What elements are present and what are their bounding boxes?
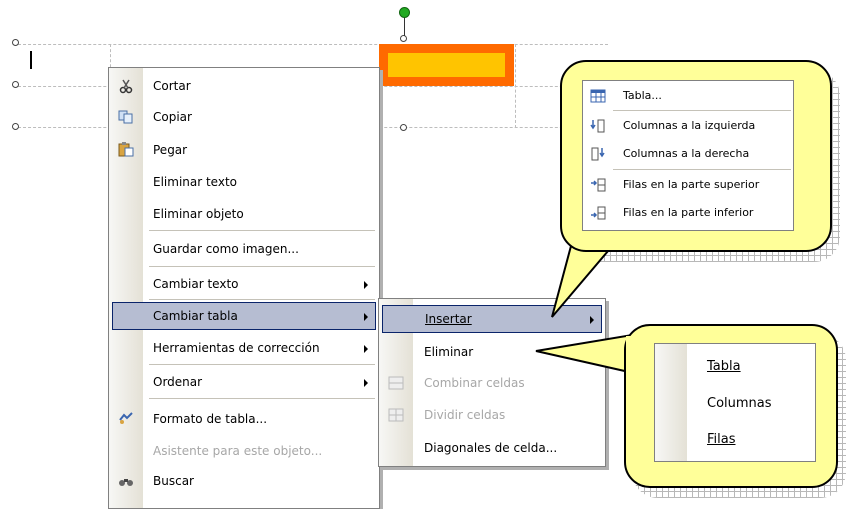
insert-rows-above-item[interactable]: Filas en la parte superior xyxy=(583,173,793,197)
insert-columns-right-item[interactable]: Columnas a la derecha xyxy=(583,142,793,166)
menu-item-label: Filas en la parte inferior xyxy=(623,206,754,219)
menu-item-label: Cortar xyxy=(153,79,191,93)
menu-separator xyxy=(149,266,375,267)
menu-item-label: Combinar celdas xyxy=(424,376,525,390)
menu-item-label: Eliminar texto xyxy=(153,175,238,189)
menu-item-copy[interactable]: Copiar xyxy=(112,104,376,130)
menu-item-label: Tabla... xyxy=(623,89,662,102)
menu-separator xyxy=(149,364,375,365)
menu-item-change-table[interactable]: Cambiar tabla xyxy=(112,302,376,330)
selected-cell[interactable] xyxy=(379,44,514,86)
format-table-icon xyxy=(119,412,133,424)
menu-item-correction-tools[interactable]: Herramientas de corrección xyxy=(112,335,376,361)
insert-table-item[interactable]: Tabla... xyxy=(583,84,793,108)
menu-item-label: Eliminar objeto xyxy=(153,207,244,221)
merge-cells-icon xyxy=(388,376,404,390)
selection-handle[interactable] xyxy=(400,124,407,131)
menu-item-order[interactable]: Ordenar xyxy=(112,369,376,395)
menu-item-label: Diagonales de celda... xyxy=(424,441,558,455)
menu-item-label: Cambiar tabla xyxy=(153,309,238,323)
delete-columns-item[interactable]: Columnas xyxy=(655,390,815,418)
menu-item-label: Tabla xyxy=(707,359,741,374)
menu-item-delete-text[interactable]: Eliminar texto xyxy=(112,169,376,195)
submenu-arrow-icon xyxy=(364,313,368,321)
menu-item-table-format[interactable]: Formato de tabla... xyxy=(112,406,376,432)
scissors-icon xyxy=(119,79,133,94)
paste-icon xyxy=(118,142,134,157)
menu-item-label: Insertar xyxy=(425,312,472,326)
submenu-arrow-icon xyxy=(364,379,368,387)
menu-item-search[interactable]: Buscar xyxy=(112,468,376,494)
insert-row-above-icon xyxy=(591,178,606,192)
table-gridline xyxy=(18,44,608,45)
menu-item-label: Herramientas de corrección xyxy=(153,341,320,355)
menu-item-label: Guardar como imagen... xyxy=(153,242,299,256)
insert-column-left-icon xyxy=(590,119,605,133)
menu-item-label: Asistente para este objeto... xyxy=(153,444,323,458)
menu-separator xyxy=(149,299,375,300)
menu-item-label: Buscar xyxy=(153,474,194,488)
menu-item-label: Pegar xyxy=(153,143,188,157)
menu-item-save-as-image[interactable]: Guardar como imagen... xyxy=(112,236,376,262)
callout-insert-pointer-cover xyxy=(576,228,626,246)
selection-handle[interactable] xyxy=(12,123,19,130)
menu-item-label: Ordenar xyxy=(153,375,203,389)
insert-rows-below-item[interactable]: Filas en la parte inferior xyxy=(583,201,793,225)
menu-item-label: Eliminar xyxy=(424,345,474,359)
menu-item-label: Columnas a la izquierda xyxy=(623,119,756,132)
menu-item-label: Formato de tabla... xyxy=(153,412,268,426)
menu-item-label: Filas en la parte superior xyxy=(623,178,760,191)
menu-separator xyxy=(613,169,791,170)
selection-handle[interactable] xyxy=(400,35,407,42)
submenu-item-cell-diagonals[interactable]: Diagonales de celda... xyxy=(382,435,602,461)
selection-handle[interactable] xyxy=(12,39,19,46)
menu-item-change-text[interactable]: Cambiar texto xyxy=(112,271,376,297)
copy-icon xyxy=(118,110,133,124)
menu-item-delete-object[interactable]: Eliminar objeto xyxy=(112,201,376,227)
callout-insert-menu: Tabla... Columnas a la izquierda Columna… xyxy=(582,80,794,231)
text-cursor xyxy=(30,51,32,69)
callout-delete-pointer-cover xyxy=(626,336,644,374)
binoculars-icon xyxy=(119,479,133,486)
delete-table-item[interactable]: Tabla xyxy=(655,353,815,381)
selected-cell-fill xyxy=(388,53,505,77)
menu-item-object-wizard[interactable]: Asistente para este objeto... xyxy=(112,438,376,464)
submenu-item-split-cells[interactable]: Dividir celdas xyxy=(382,402,602,428)
menu-item-label: Cambiar texto xyxy=(153,277,239,291)
context-menu: Cortar Copiar Pegar Eliminar texto Elimi… xyxy=(108,67,380,509)
insert-row-below-icon xyxy=(591,206,606,220)
menu-item-label: Dividir celdas xyxy=(424,408,506,422)
delete-rows-item[interactable]: Filas xyxy=(655,426,815,454)
selection-handle[interactable] xyxy=(12,81,19,88)
menu-item-label: Columnas a la derecha xyxy=(623,147,750,160)
submenu-arrow-icon xyxy=(364,345,368,353)
table-icon xyxy=(590,89,606,103)
rotate-handle[interactable] xyxy=(399,7,410,18)
menu-separator xyxy=(149,230,375,231)
split-cells-icon xyxy=(388,408,404,422)
submenu-arrow-icon xyxy=(364,281,368,289)
callout-delete-menu: Tabla Columnas Filas xyxy=(654,343,816,462)
menu-item-label: Copiar xyxy=(153,110,192,124)
table-gridline xyxy=(515,44,516,128)
menu-item-label: Columnas xyxy=(707,396,772,411)
insert-column-right-icon xyxy=(591,147,605,161)
menu-item-paste[interactable]: Pegar xyxy=(112,137,376,163)
menu-item-cut[interactable]: Cortar xyxy=(112,73,376,99)
insert-columns-left-item[interactable]: Columnas a la izquierda xyxy=(583,114,793,138)
menu-separator xyxy=(149,398,375,399)
menu-item-label: Filas xyxy=(707,432,736,447)
menu-separator xyxy=(613,110,791,111)
